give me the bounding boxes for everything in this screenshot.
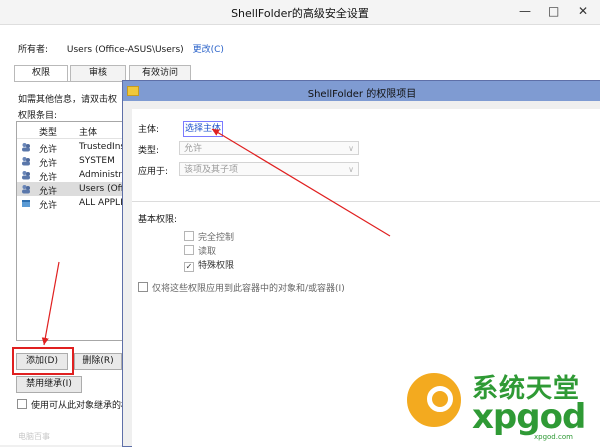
watermark-p-mark xyxy=(427,386,453,412)
watermark-en-text: xpgod xyxy=(472,397,586,437)
arrow-to-select-principal xyxy=(211,128,391,237)
site-watermark: 系统天堂 xpgod xpgod.com xyxy=(398,360,600,445)
watermark-url: xpgod.com xyxy=(534,433,573,441)
watermark-logo-icon xyxy=(404,370,464,430)
arrow-to-add-button xyxy=(41,261,60,346)
